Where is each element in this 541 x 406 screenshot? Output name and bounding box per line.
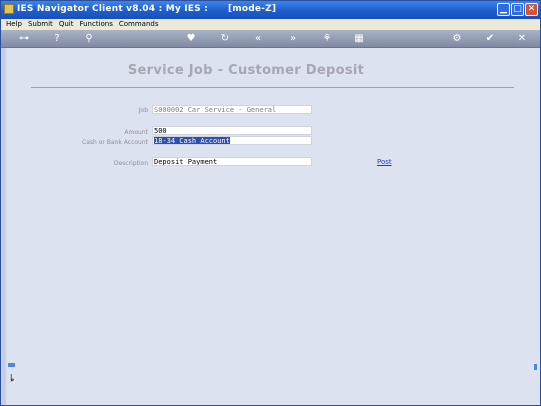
- job-label: Job: [138, 107, 148, 114]
- content-area: [1, 48, 540, 405]
- grid-icon[interactable]: ▦: [353, 32, 365, 45]
- maximize-button[interactable]: □: [511, 3, 524, 16]
- window-title: IES Navigator Client v8.04 : My IES : [m…: [17, 4, 277, 14]
- search-icon[interactable]: ⚲: [83, 32, 95, 45]
- title-divider: [31, 87, 514, 88]
- description-field[interactable]: Deposit Payment: [152, 157, 312, 166]
- app-window: IES Navigator Client v8.04 : My IES : [m…: [0, 0, 541, 406]
- tree-icon[interactable]: ⚘: [321, 32, 333, 45]
- left-strip: [1, 48, 6, 405]
- window-controls: ▁ □ ✕: [497, 3, 538, 16]
- menu-submit[interactable]: Submit: [28, 19, 53, 30]
- account-selected-text: 18-34 Cash Account: [154, 137, 230, 145]
- menu-bar: Help Submit Quit Functions Commands: [1, 19, 540, 30]
- menu-quit[interactable]: Quit: [59, 19, 74, 30]
- amount-field[interactable]: 500: [152, 126, 312, 135]
- menu-functions[interactable]: Functions: [79, 19, 112, 30]
- page-title: Service Job - Customer Deposit: [127, 63, 365, 78]
- gear-icon[interactable]: ⚙: [451, 32, 463, 45]
- app-icon: [4, 4, 14, 14]
- help-icon[interactable]: ?: [51, 32, 63, 45]
- forward-icon[interactable]: »: [286, 32, 300, 45]
- refresh-icon[interactable]: ↻: [219, 32, 231, 45]
- menu-commands[interactable]: Commands: [119, 19, 159, 30]
- title-bar: IES Navigator Client v8.04 : My IES : [m…: [1, 1, 540, 19]
- side-marker: [8, 363, 15, 367]
- post-link[interactable]: Post: [377, 158, 392, 166]
- toolbar: ⊶ ? ⚲ ♥ ↻ « » ⚘ ▦ ⚙ ✔ ✕: [1, 30, 540, 48]
- amount-label: Amount: [124, 129, 148, 136]
- ok-icon[interactable]: ✔: [484, 32, 496, 45]
- close-window-button[interactable]: ✕: [525, 3, 538, 16]
- account-field[interactable]: 18-34 Cash Account: [152, 136, 312, 145]
- heart-icon[interactable]: ♥: [185, 32, 197, 45]
- description-label: Description: [113, 160, 148, 167]
- account-label: Cash or Bank Account: [82, 139, 148, 146]
- menu-help[interactable]: Help: [6, 19, 22, 30]
- key-icon[interactable]: ⊶: [13, 32, 35, 45]
- back-icon[interactable]: «: [251, 32, 265, 45]
- minimize-button[interactable]: ▁: [497, 3, 510, 16]
- side-glyph-icon: ȴ: [10, 374, 15, 384]
- right-marker: [534, 364, 537, 370]
- job-field[interactable]: S000002 Car Service - General: [152, 105, 312, 114]
- close-icon[interactable]: ✕: [516, 32, 528, 45]
